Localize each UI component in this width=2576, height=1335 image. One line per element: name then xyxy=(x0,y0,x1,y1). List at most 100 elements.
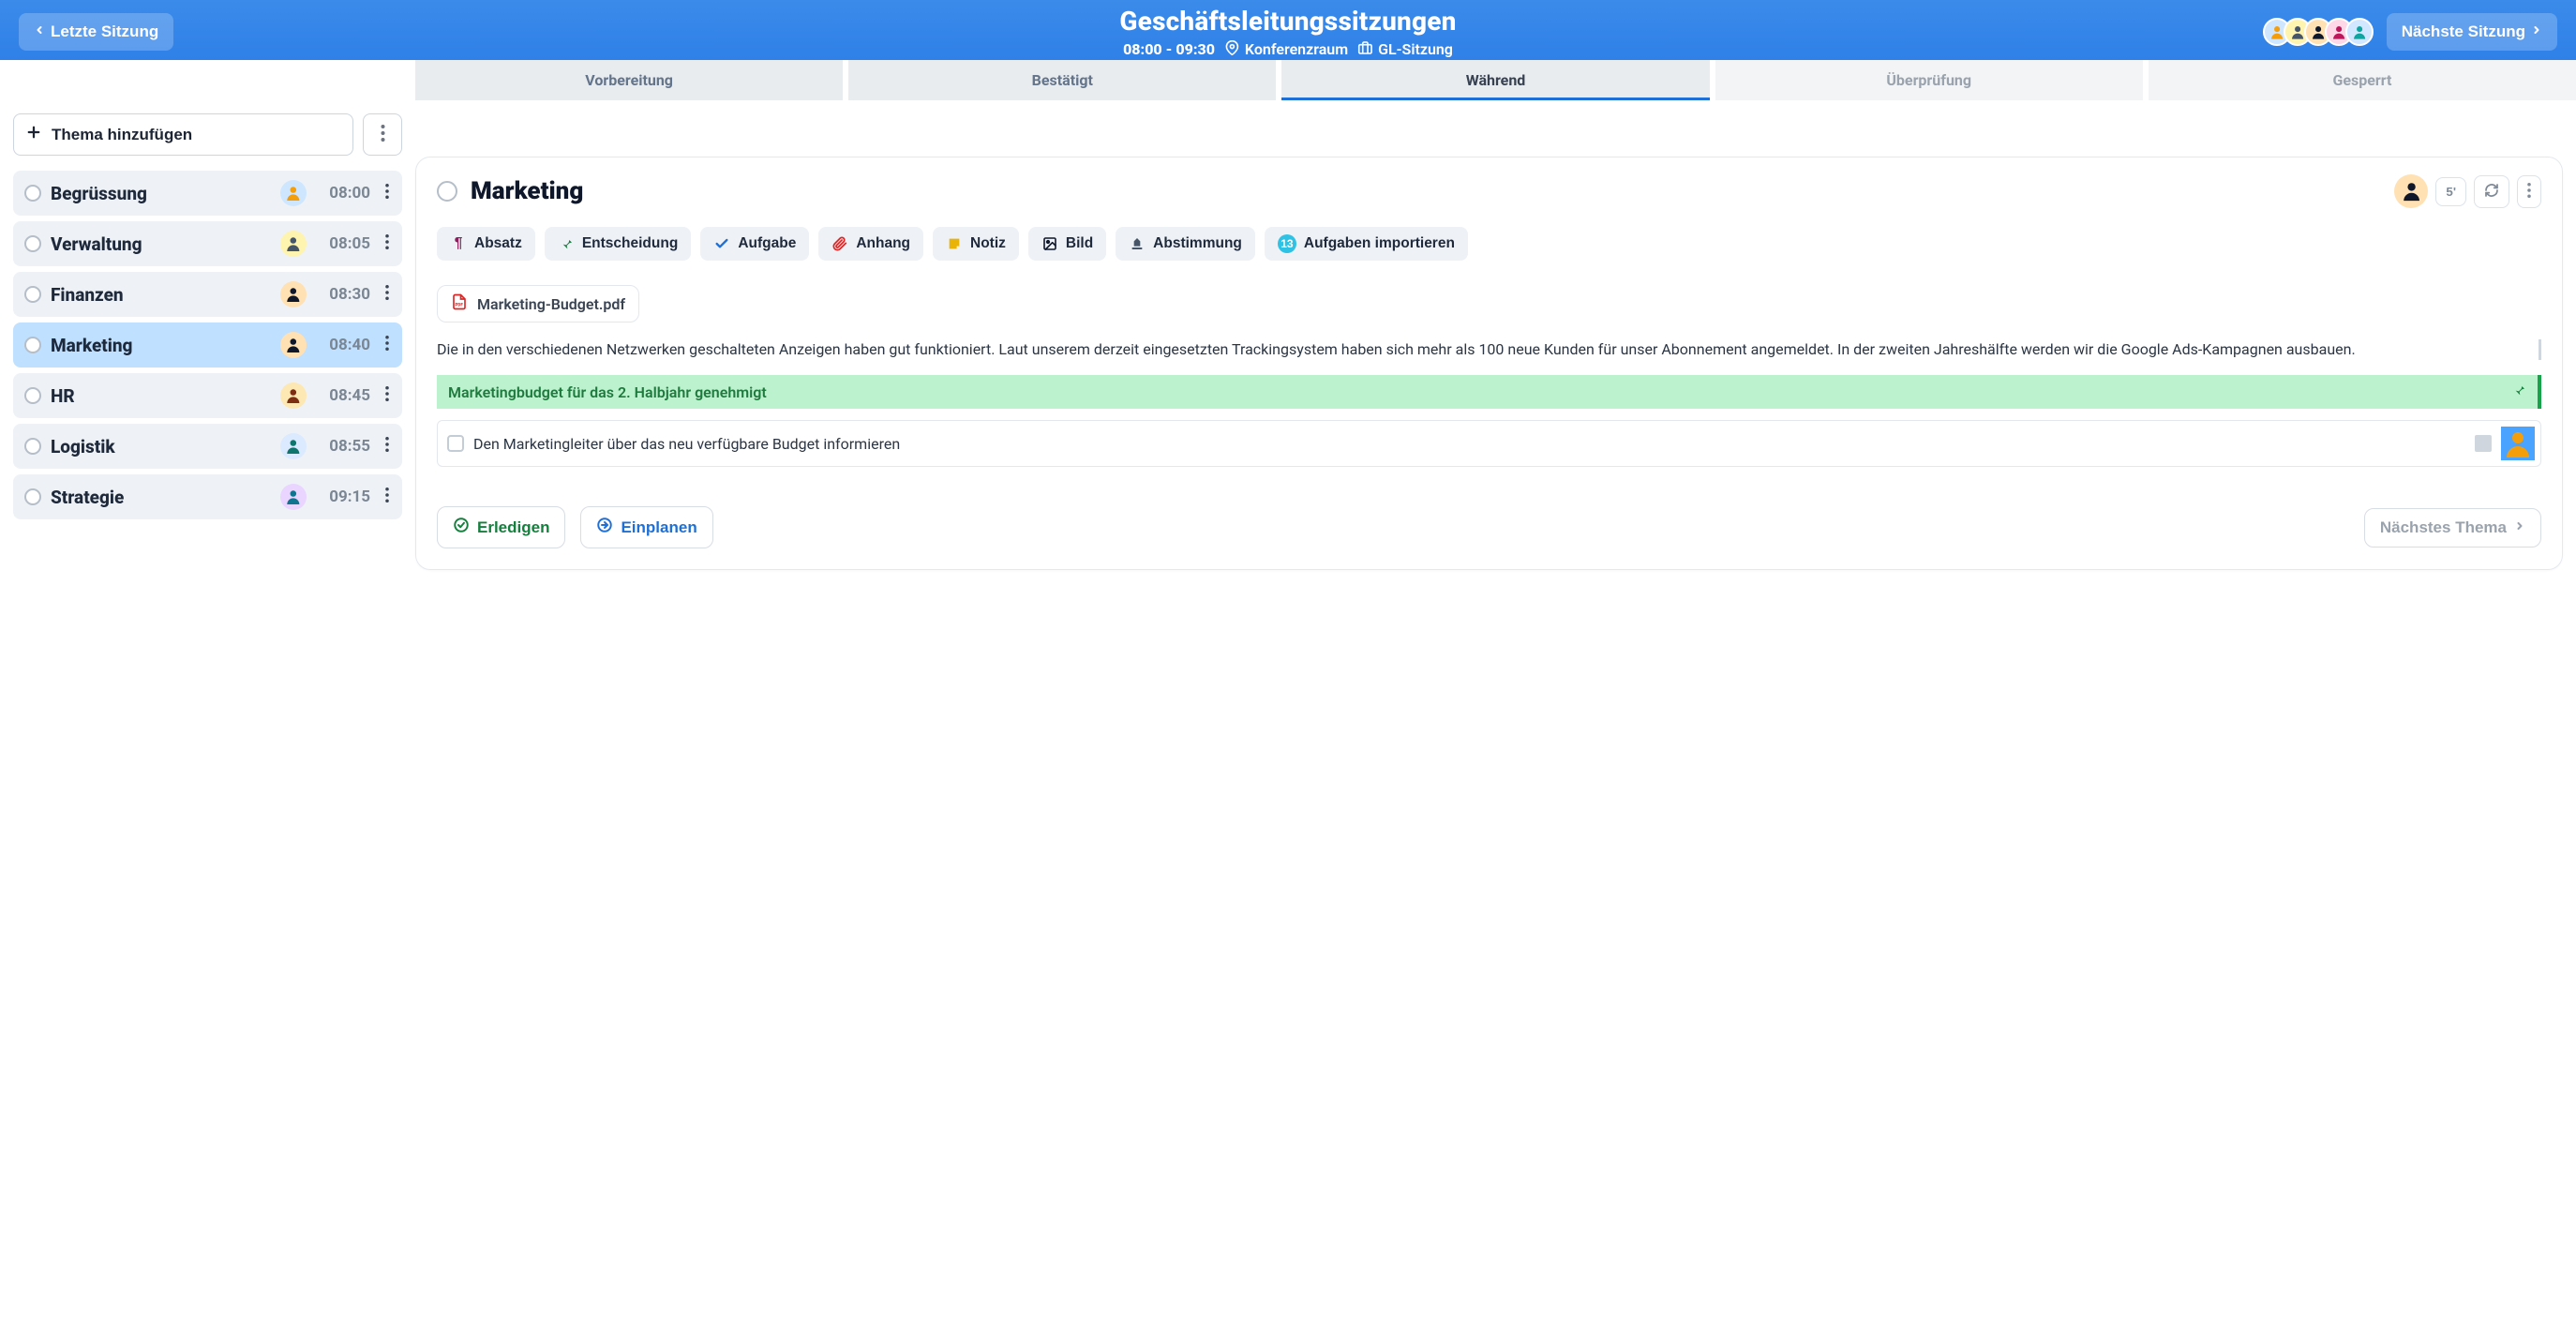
topic-more-button[interactable] xyxy=(380,234,395,253)
topic-more-button[interactable] xyxy=(380,184,395,202)
topic-time: 08:30 xyxy=(316,285,370,304)
type-label: GL-Sitzung xyxy=(1378,40,1453,58)
decision-block[interactable]: Marketingbudget für das 2. Halbjahr gene… xyxy=(437,375,2541,409)
kebab-icon xyxy=(381,125,385,144)
topic-time: 08:55 xyxy=(316,437,370,456)
prev-session-button[interactable]: Letzte Sitzung xyxy=(19,13,173,51)
done-label: Erledigen xyxy=(477,518,549,537)
tool-entscheidung[interactable]: Entscheidung xyxy=(545,227,691,261)
import-count-badge: 13 xyxy=(1278,234,1296,253)
next-session-button[interactable]: Nächste Sitzung xyxy=(2387,13,2557,51)
tool-aufgabe[interactable]: Aufgabe xyxy=(700,227,809,261)
tool-abstimmung-label: Abstimmung xyxy=(1153,235,1242,252)
stage-tab-während[interactable]: Während xyxy=(1281,60,1709,100)
stage-tab-bestätigt[interactable]: Bestätigt xyxy=(848,60,1276,100)
task-flag-icon[interactable] xyxy=(2475,435,2492,452)
stage-tabs: VorbereitungBestätigtWährendÜberprüfungG… xyxy=(415,60,2576,100)
topic-radio[interactable] xyxy=(24,235,41,252)
topic-more-button[interactable] xyxy=(380,285,395,304)
topic-more-button[interactable] xyxy=(380,488,395,506)
task-checkbox[interactable] xyxy=(447,435,464,452)
presenter-avatar[interactable] xyxy=(2394,174,2428,208)
tool-import-label: Aufgaben importieren xyxy=(1304,235,1455,252)
note-icon xyxy=(946,235,963,252)
decision-text: Marketingbudget für das 2. Halbjahr gene… xyxy=(448,383,767,401)
topic-more-button[interactable] xyxy=(380,336,395,354)
next-topic-label: Nächstes Thema xyxy=(2380,518,2507,537)
next-session-label: Nächste Sitzung xyxy=(2402,22,2525,41)
sidebar-item-marketing[interactable]: Marketing 08:40 xyxy=(13,322,402,368)
refresh-icon xyxy=(2484,183,2499,201)
paragraph-icon: ¶ xyxy=(450,235,467,252)
tool-anhang[interactable]: Anhang xyxy=(818,227,923,261)
prev-session-label: Letzte Sitzung xyxy=(51,22,158,41)
next-topic-button[interactable]: Nächstes Thema xyxy=(2364,508,2541,548)
add-topic-label: Thema hinzufügen xyxy=(52,126,192,144)
tool-notiz-label: Notiz xyxy=(970,235,1006,252)
add-topic-button[interactable]: Thema hinzufügen xyxy=(13,113,353,156)
paragraph-text: Die in den verschiedenen Netzwerken gesc… xyxy=(437,339,2529,360)
sidebar: Thema hinzufügen Begrüssung08:00 Verwaltu… xyxy=(13,100,402,570)
schedule-button[interactable]: Einplanen xyxy=(580,506,712,548)
topic-time: 09:15 xyxy=(316,488,370,506)
sidebar-more-button[interactable] xyxy=(363,113,402,156)
duration-button[interactable]: 5' xyxy=(2435,177,2466,206)
schedule-label: Einplanen xyxy=(621,518,696,537)
task-assignee-avatar[interactable] xyxy=(2501,427,2535,460)
task-block[interactable]: Den Marketingleiter über das neu verfügb… xyxy=(437,420,2541,467)
chevron-right-icon xyxy=(2531,22,2542,41)
sidebar-item-strategie[interactable]: Strategie09:15 xyxy=(13,474,402,519)
topic-presenter-avatar xyxy=(280,180,307,206)
kebab-icon xyxy=(2527,183,2531,201)
attendees-avatars[interactable] xyxy=(2263,18,2374,46)
topic-radio[interactable] xyxy=(24,286,41,303)
topic-presenter-avatar xyxy=(280,231,307,257)
topic-radio[interactable] xyxy=(24,387,41,404)
sidebar-item-logistik[interactable]: Logistik08:55 xyxy=(13,424,402,469)
block-toolbar: ¶ Absatz Entscheidung Aufgabe xyxy=(437,227,2541,261)
arrow-right-circle-icon xyxy=(596,517,613,538)
check-icon xyxy=(713,235,730,252)
type-chip: GL-Sitzung xyxy=(1357,40,1453,59)
tool-bild-label: Bild xyxy=(1066,235,1093,252)
chevron-left-icon xyxy=(34,22,45,41)
stage-tab-überprüfung: Überprüfung xyxy=(1715,60,2143,100)
topic-card: Marketing 5' xyxy=(415,157,2563,570)
stage-tab-vorbereitung[interactable]: Vorbereitung xyxy=(415,60,843,100)
tool-absatz[interactable]: ¶ Absatz xyxy=(437,227,535,261)
done-button[interactable]: Erledigen xyxy=(437,506,565,548)
tool-import-tasks[interactable]: 13 Aufgaben importieren xyxy=(1265,227,1468,261)
topic-label: HR xyxy=(51,385,271,407)
sidebar-item-finanzen[interactable]: Finanzen 08:30 xyxy=(13,272,402,317)
sidebar-item-begrüssung[interactable]: Begrüssung08:00 xyxy=(13,171,402,216)
header-center: Geschäftsleitungssitzungen 08:00 - 09:30… xyxy=(1119,6,1456,59)
attendee-avatar xyxy=(2345,18,2374,46)
topic-card-header: Marketing 5' xyxy=(437,174,2541,208)
topic-time: 08:40 xyxy=(316,336,370,354)
topic-radio[interactable] xyxy=(24,488,41,505)
topic-time: 08:45 xyxy=(316,386,370,405)
tool-abstimmung[interactable]: Abstimmung xyxy=(1116,227,1255,261)
topic-label: Verwaltung xyxy=(51,233,271,255)
topic-label: Marketing xyxy=(51,335,271,356)
time-range: 08:00 - 09:30 xyxy=(1123,40,1215,58)
topic-radio[interactable] xyxy=(24,438,41,455)
topic-more-button[interactable] xyxy=(380,386,395,405)
sidebar-item-verwaltung[interactable]: Verwaltung08:05 xyxy=(13,221,402,266)
pin-icon xyxy=(2511,382,2526,401)
topic-radio[interactable] xyxy=(24,337,41,353)
refresh-button[interactable] xyxy=(2474,175,2509,208)
attachment-chip[interactable]: PDF Marketing-Budget.pdf xyxy=(437,285,639,322)
topic-more-button[interactable] xyxy=(2517,175,2541,208)
topic-radio[interactable] xyxy=(24,185,41,202)
topic-status-radio[interactable] xyxy=(437,181,457,202)
tool-bild[interactable]: Bild xyxy=(1028,227,1106,261)
tool-notiz[interactable]: Notiz xyxy=(933,227,1019,261)
topic-presenter-avatar xyxy=(280,382,307,409)
paragraph-block[interactable]: Die in den verschiedenen Netzwerken gesc… xyxy=(437,339,2541,360)
topic-more-button[interactable] xyxy=(380,437,395,456)
plus-icon xyxy=(25,124,42,145)
sidebar-item-hr[interactable]: HR 08:45 xyxy=(13,373,402,418)
topic-title: Marketing xyxy=(471,177,2381,205)
topic-label: Finanzen xyxy=(51,284,271,306)
